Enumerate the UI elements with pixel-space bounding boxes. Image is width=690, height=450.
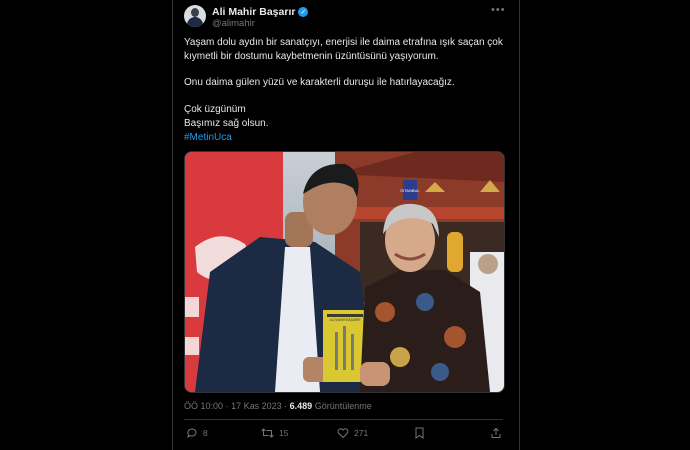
verified-badge-icon: ✓ [298, 7, 309, 17]
retweet-count: 15 [279, 428, 289, 438]
tweet-photo[interactable]: İSTANBUL ALİ MAHİR BAŞARIR [184, 151, 505, 393]
tweet-text-line-2: kıymetli bir dostumu kaybetmenin üzüntüs… [184, 51, 439, 62]
views-count: 6.489 [289, 401, 313, 411]
retweet-icon [261, 428, 274, 438]
tweet-text-line-5: Başımız sağ olsun. [184, 118, 269, 129]
tweet-text-line-1: Yaşam dolu aydın bir sanatçıyı, enerjisi… [184, 37, 503, 48]
tweet-meta: ÖÖ 10:00 · 17 Kas 2023 · 6.489 Görüntüle… [184, 401, 372, 411]
bookmark-icon [415, 427, 424, 439]
avatar-body [187, 17, 203, 27]
tweet-date[interactable]: 17 Kas 2023 [231, 401, 282, 411]
avatar-head [191, 8, 199, 17]
author-name[interactable]: Ali Mahir Başarır [212, 6, 295, 18]
action-divider [184, 419, 503, 420]
author-name-row: Ali Mahir Başarır ✓ [212, 6, 309, 18]
views-label: Görüntülenme [314, 401, 372, 411]
hashtag-link[interactable]: #MetinUca [184, 131, 232, 146]
like-button[interactable]: 271 [337, 427, 368, 439]
tweet-text-line-3: Onu daima gülen yüzü ve karakterli duruş… [184, 77, 455, 88]
like-count: 271 [354, 428, 369, 438]
tweet-text-line-4: Çok üzgünüm [184, 104, 246, 115]
sign-text: İSTANBUL [400, 188, 420, 193]
more-icon[interactable]: ••• [491, 4, 506, 16]
retweet-button[interactable]: 15 [261, 427, 288, 439]
reply-count: 8 [203, 428, 208, 438]
bookmark-button[interactable] [414, 427, 425, 439]
share-icon [491, 427, 501, 438]
tweet-time[interactable]: ÖÖ 10:00 [184, 401, 223, 411]
reply-button[interactable]: 8 [186, 427, 208, 439]
avatar[interactable] [184, 5, 206, 27]
author-handle[interactable]: @alimahir [212, 18, 255, 29]
book-title: ALİ MAHİR BAŞARIR [330, 317, 362, 322]
like-icon [337, 428, 349, 439]
photo-illustration: İSTANBUL ALİ MAHİR BAŞARIR [185, 152, 504, 392]
reply-icon [187, 428, 197, 439]
meta-separator: · [225, 401, 229, 411]
share-button[interactable] [490, 427, 502, 439]
meta-separator-2: · [284, 401, 288, 411]
